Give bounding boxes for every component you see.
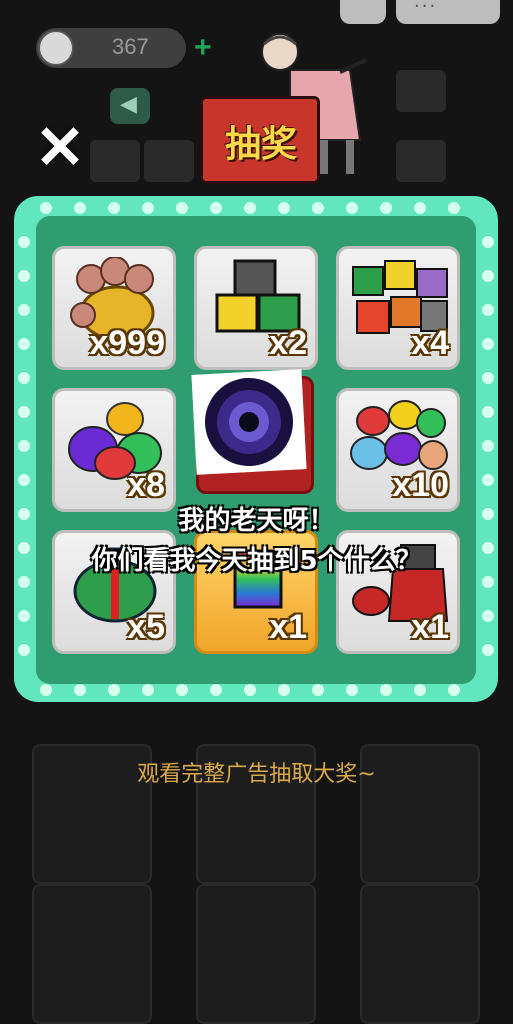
prize-cell-cats[interactable]: x2 <box>194 246 318 370</box>
frame-light <box>482 474 494 486</box>
more-menu-button[interactable]: ··· <box>396 0 500 24</box>
frame-light <box>18 406 30 418</box>
frame-light <box>346 684 358 696</box>
frame-light <box>448 684 460 696</box>
lottery-sign: 抽奖 <box>200 96 320 184</box>
frame-light <box>176 684 188 696</box>
frame-light <box>346 202 358 214</box>
frame-light <box>18 372 30 384</box>
prize-quantity: x4 <box>411 324 449 362</box>
prize-quantity: x5 <box>127 608 165 646</box>
outfit-card[interactable] <box>196 884 316 1024</box>
frame-light <box>482 338 494 350</box>
frame-light <box>380 202 392 214</box>
frame-light <box>312 202 324 214</box>
sound-toggle[interactable]: ◀ <box>110 88 150 124</box>
frame-light <box>482 236 494 248</box>
frame-light <box>278 684 290 696</box>
prize-quantity: x999 <box>89 324 165 362</box>
prize-quantity: x1 <box>269 608 307 646</box>
outfit-card[interactable] <box>360 884 480 1024</box>
frame-light <box>176 202 188 214</box>
lottery-title: 抽奖 <box>224 124 297 165</box>
frame-light <box>142 684 154 696</box>
caption-line-2: 你们看我今天抽到5个什么？ <box>91 546 422 576</box>
frame-light <box>244 202 256 214</box>
frame-light <box>312 684 324 696</box>
frame-light <box>482 610 494 622</box>
frame-light <box>482 406 494 418</box>
frame-light <box>18 304 30 316</box>
prize-cell-gift-bag-pile[interactable]: x10 <box>336 388 460 512</box>
frame-light <box>74 684 86 696</box>
frame-light <box>482 270 494 282</box>
frame-light <box>40 684 52 696</box>
caption-line-1: 我的老天呀！ <box>178 506 335 536</box>
prize-quantity: x2 <box>269 324 307 362</box>
frame-light <box>18 338 30 350</box>
location-button[interactable] <box>340 0 386 24</box>
frame-light <box>18 440 30 452</box>
coin-count: 367 <box>112 34 149 59</box>
frame-light <box>18 576 30 588</box>
watch-ad-prompt[interactable]: 观看完整广告抽取大奖~ <box>0 756 513 788</box>
coin-counter: 367 + <box>36 28 212 68</box>
more-label: ··· <box>414 0 438 17</box>
frame-light <box>18 610 30 622</box>
black-hole-icon <box>191 369 307 475</box>
avatar <box>38 30 74 66</box>
frame-light <box>40 202 52 214</box>
frame-light <box>414 684 426 696</box>
prize-cell-coins[interactable]: x999 <box>52 246 176 370</box>
frame-light <box>18 644 30 656</box>
frame-light <box>482 644 494 656</box>
frame-light <box>18 270 30 282</box>
background-tile <box>90 140 140 182</box>
close-button[interactable]: ✕ <box>32 118 88 178</box>
background-tile <box>144 140 194 182</box>
frame-light <box>210 202 222 214</box>
frame-light <box>74 202 86 214</box>
frame-light <box>482 304 494 316</box>
prize-cell-gift-bags[interactable]: x8 <box>52 388 176 512</box>
prize-quantity: x1 <box>411 608 449 646</box>
frame-light <box>108 202 120 214</box>
speaker-icon: ◀ <box>120 92 137 117</box>
frame-light <box>414 202 426 214</box>
background-tile <box>396 70 446 112</box>
frame-light <box>448 202 460 214</box>
top-area: ··· 367 + ◀ 抽奖 ✕ <box>0 0 513 200</box>
frame-light <box>108 684 120 696</box>
frame-light <box>210 684 222 696</box>
frame-light <box>482 372 494 384</box>
frame-light <box>482 576 494 588</box>
frame-light <box>380 684 392 696</box>
frame-light <box>18 236 30 248</box>
frame-light <box>278 202 290 214</box>
frame-light <box>244 684 256 696</box>
frame-light <box>142 202 154 214</box>
prize-cell-cat-pile[interactable]: x4 <box>336 246 460 370</box>
frame-light <box>482 440 494 452</box>
background-tile <box>396 140 446 182</box>
outfit-card[interactable] <box>32 884 152 1024</box>
add-coins-button[interactable]: + <box>194 31 212 65</box>
frame-light <box>18 474 30 486</box>
